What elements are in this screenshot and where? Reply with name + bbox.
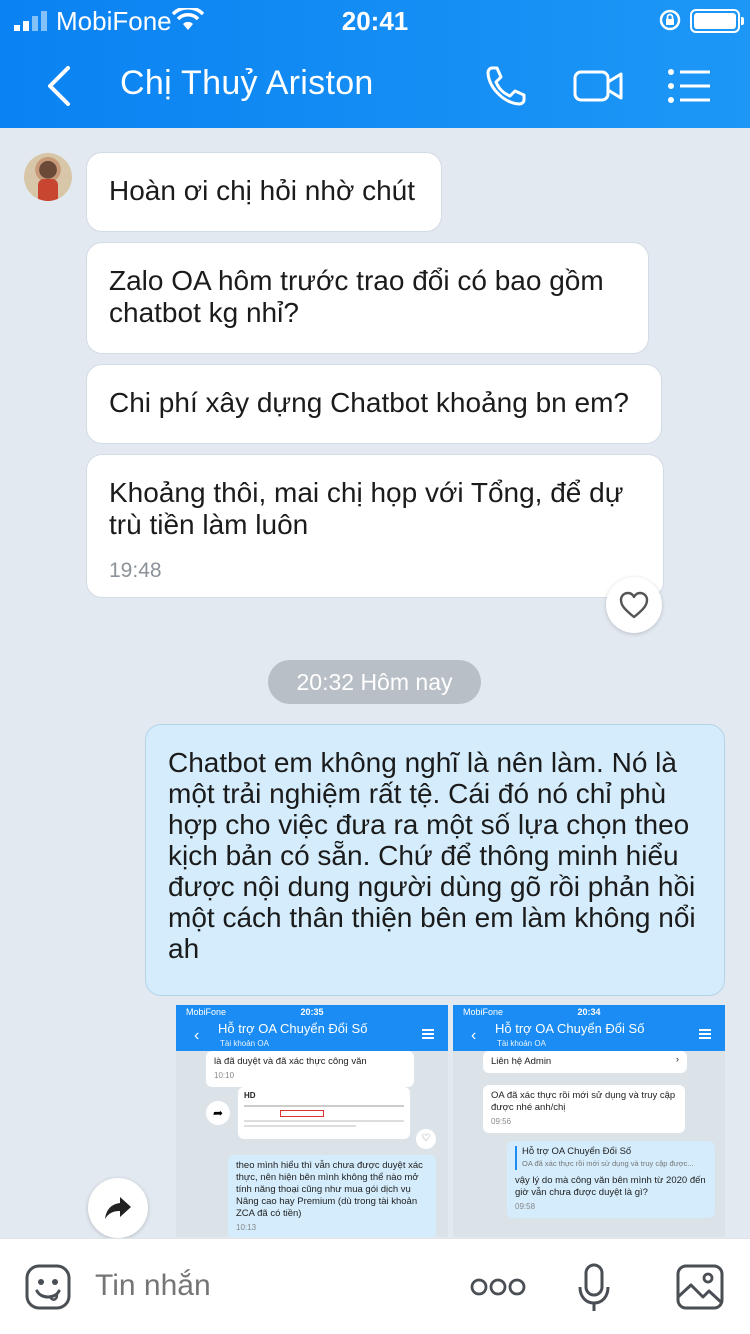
message-text: Khoảng thôi, mai chị họp với Tổng, để dự… [109,477,624,540]
shot-link: Liên hệ Admin › [483,1051,687,1073]
status-bar: MobiFone 20:41 [0,0,750,42]
quote-title: Hỗ trợ OA Chuyển Đổi Số [522,1146,632,1157]
message-bubble-in[interactable]: Chi phí xây dựng Chatbot khoảng bn em? [86,364,662,444]
doc-label: HD [244,1091,256,1100]
more-icon[interactable] [470,1275,526,1299]
message-time: 19:48 [109,559,162,582]
back-icon: ‹ [471,1027,477,1044]
message-bubble-in[interactable]: Hoàn ơi chị hỏi nhờ chút [86,152,442,232]
shared-image-2[interactable]: MobiFone 20:34 ‹ Hỗ trợ OA Chuyển Đổi Số… [453,1005,725,1237]
shot-subtitle: Tài khoản OA [497,1039,546,1048]
emoji-icon[interactable] [24,1263,72,1311]
message-input[interactable] [95,1269,425,1303]
date-separator: 20:32 Hôm nay [268,660,481,704]
shot-header: MobiFone 20:34 ‹ Hỗ trợ OA Chuyển Đổi Số… [453,1005,725,1051]
contact-avatar[interactable] [24,153,72,201]
heart-icon: ♡ [416,1129,436,1149]
menu-icon [699,1029,711,1039]
forward-icon: ➦ [206,1101,230,1125]
message-bubble-in[interactable]: Zalo OA hôm trước trao đổi có bao gồm ch… [86,242,649,354]
shot-reply: Hỗ trợ OA Chuyển Đổi Số OA đã xác thực r… [507,1141,715,1218]
menu-icon [422,1029,434,1039]
microphone-icon[interactable] [576,1263,612,1313]
shot-title: Hỗ trợ OA Chuyển Đổi Số [218,1021,368,1036]
shot-message-time: 10:13 [236,1223,257,1232]
message-text: Chi phí xây dựng Chatbot khoảng bn em? [109,387,629,418]
shot-message-text: theo mình hiểu thì vẫn chưa được duyệt x… [236,1160,423,1219]
shot-message-time: 10:10 [214,1071,235,1080]
back-icon[interactable] [40,64,80,108]
shot-message: theo mình hiểu thì vẫn chưa được duyệt x… [228,1155,436,1237]
react-button[interactable] [606,577,662,633]
shared-image-1[interactable]: MobiFone 20:35 ‹ Hỗ trợ OA Chuyển Đổi Số… [176,1005,448,1237]
shot-subtitle: Tài khoản OA [220,1039,269,1048]
message-text: Zalo OA hôm trước trao đổi có bao gồm ch… [109,265,604,328]
message-bubble-out[interactable]: Chatbot em không nghĩ là nên làm. Nó là … [145,724,725,996]
phone-icon[interactable] [482,62,530,110]
image-icon[interactable] [675,1263,725,1311]
chevron-right-icon: › [675,1054,679,1065]
status-time: 20:41 [341,6,409,36]
rotation-lock-icon [659,9,681,31]
shot-header: MobiFone 20:35 ‹ Hỗ trợ OA Chuyển Đổi Số… [176,1005,448,1051]
contact-name[interactable]: Chị Thuỷ Ariston [120,64,374,103]
shot-title: Hỗ trợ OA Chuyển Đổi Số [495,1021,645,1036]
video-call-icon[interactable] [572,62,624,110]
forward-button[interactable] [88,1178,148,1238]
message-text: Hoàn ơi chị hỏi nhờ chút [109,175,416,206]
message-input-bar [0,1238,750,1334]
back-icon: ‹ [194,1027,200,1044]
shot-message-time: 09:56 [491,1117,512,1126]
shot-time: 20:34 [577,1007,601,1017]
forward-icon [105,1197,131,1219]
chat-header: MobiFone 20:41 Chị Thuỷ Ariston [0,0,750,128]
shot-link-text: Liên hệ Admin [491,1056,552,1067]
quote-text: OA đã xác thực rồi mới sử dụng và truy c… [522,1159,694,1168]
shot-message: là đã duyệt và đã xác thực công văn 10:1… [206,1051,414,1087]
shot-message: OA đã xác thực rồi mới sử dụng và truy c… [483,1085,685,1133]
shot-document: HD [238,1087,410,1139]
menu-icon[interactable] [666,62,712,110]
shot-time: 20:35 [300,1007,324,1017]
battery-icon [690,9,744,33]
shot-message-text: là đã duyệt và đã xác thực công văn [214,1056,367,1067]
heart-icon [619,591,649,619]
message-bubble-in[interactable]: Khoảng thôi, mai chị họp với Tổng, để dự… [86,454,664,598]
shot-message-time: 09:58 [515,1202,536,1211]
shot-message-text: vậy lý do mà công văn bên mình từ 2020 đ… [515,1175,706,1198]
message-text: Chatbot em không nghĩ là nên làm. Nó là … [168,747,696,964]
shot-message-text: OA đã xác thực rồi mới sử dụng và truy c… [491,1090,676,1113]
